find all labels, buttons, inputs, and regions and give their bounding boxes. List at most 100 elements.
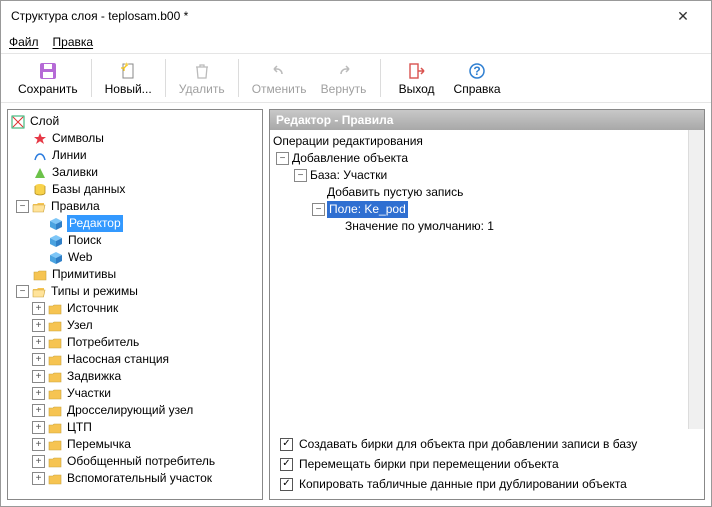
save-icon [38,61,58,81]
ops-default-value[interactable]: Значение по умолчанию: 1 [272,218,686,235]
ops-root[interactable]: Операции редактирования [272,133,686,150]
collapse-icon[interactable]: − [294,169,307,182]
checkbox-icon: ✓ [280,458,293,471]
tree-type-item[interactable]: +Перемычка [10,436,260,453]
folder-icon [47,471,63,487]
expand-icon[interactable]: + [32,319,45,332]
tree-type-item[interactable]: +Вспомогательный участок [10,470,260,487]
tree-item-fills[interactable]: Заливки [10,164,260,181]
content-area: Слой Символы Линии Заливки Базы данных −… [1,103,711,506]
redo-button: Вернуть [314,58,374,99]
titlebar: Структура слоя - teplosam.b00 * ✕ [1,1,711,31]
expand-icon[interactable]: + [32,455,45,468]
vertical-scrollbar[interactable] [688,130,704,429]
menu-file[interactable]: Файл [9,35,39,49]
svg-text:?: ? [473,64,480,78]
tree-item-lines[interactable]: Линии [10,147,260,164]
checkbox-icon: ✓ [280,438,293,451]
check-copy-table-data[interactable]: ✓Копировать табличные данные при дублиро… [280,477,694,491]
folder-open-icon [31,284,47,300]
star-icon [32,131,48,147]
expand-icon[interactable]: + [32,302,45,315]
folder-icon [47,369,63,385]
folder-icon [47,335,63,351]
folder-icon [47,437,63,453]
tree-type-item[interactable]: +Задвижка [10,368,260,385]
ops-add-object[interactable]: −Добавление объекта [272,150,686,167]
folder-icon [47,301,63,317]
ops-add-empty[interactable]: Добавить пустую запись [272,184,686,201]
exit-icon [407,61,427,81]
folder-icon [47,454,63,470]
ops-base[interactable]: −База: Участки [272,167,686,184]
check-create-labels[interactable]: ✓Создавать бирки для объекта при добавле… [280,437,694,451]
tree-type-item[interactable]: +Дросселирующий узел [10,402,260,419]
redo-icon [334,61,354,81]
help-button[interactable]: ? Справка [447,58,508,99]
folder-icon [47,318,63,334]
tree-type-item[interactable]: +Участки [10,385,260,402]
tree-item-primitives[interactable]: Примитивы [10,266,260,283]
delete-button: Удалить [172,58,232,99]
lines-icon [32,148,48,164]
new-icon [118,61,138,81]
tree-item-rules-editor[interactable]: Редактор [10,215,260,232]
options-checks: ✓Создавать бирки для объекта при добавле… [270,429,704,499]
folder-open-icon [31,199,47,215]
expand-icon[interactable]: + [32,336,45,349]
tree-item-rules-search[interactable]: Поиск [10,232,260,249]
check-move-labels[interactable]: ✓Перемещать бирки при перемещении объект… [280,457,694,471]
editor-header: Редактор - Правила [270,110,704,130]
folder-icon [47,403,63,419]
tree-item-rules[interactable]: −Правила [10,198,260,215]
tree-type-item[interactable]: +Насосная станция [10,351,260,368]
menu-edit[interactable]: Правка [53,35,94,49]
collapse-icon[interactable]: − [16,285,29,298]
expand-icon[interactable]: + [32,370,45,383]
tree-type-item[interactable]: +Обобщенный потребитель [10,453,260,470]
toolbar: Сохранить Новый... Удалить Отменить Верн… [1,54,711,102]
tree-type-item[interactable]: +ЦТП [10,419,260,436]
tree-item-symbols[interactable]: Символы [10,130,260,147]
layer-icon [10,114,26,130]
window-title: Структура слоя - teplosam.b00 * [9,9,663,23]
exit-button[interactable]: Выход [387,58,447,99]
new-button[interactable]: Новый... [98,58,159,99]
tree-root-layer[interactable]: Слой [10,113,260,130]
collapse-icon[interactable]: − [16,200,29,213]
undo-button: Отменить [245,58,314,99]
editor-panel: Редактор - Правила Операции редактирован… [269,109,705,500]
menubar: Файл Правка [1,31,711,53]
undo-icon [269,61,289,81]
help-icon: ? [467,61,487,81]
tree-type-item[interactable]: +Узел [10,317,260,334]
expand-icon[interactable]: + [32,438,45,451]
folder-icon [47,352,63,368]
collapse-icon[interactable]: − [312,203,325,216]
expand-icon[interactable]: + [32,404,45,417]
tree-item-rules-web[interactable]: Web [10,249,260,266]
rules-tree[interactable]: Операции редактирования −Добавление объе… [270,130,688,429]
cube-icon [48,250,64,266]
tree-item-databases[interactable]: Базы данных [10,181,260,198]
tree-type-item[interactable]: +Потребитель [10,334,260,351]
folder-icon [47,420,63,436]
collapse-icon[interactable]: − [276,152,289,165]
tree-type-item[interactable]: +Источник [10,300,260,317]
folder-icon [32,267,48,283]
structure-tree[interactable]: Слой Символы Линии Заливки Базы данных −… [8,110,262,499]
save-button[interactable]: Сохранить [11,58,85,99]
expand-icon[interactable]: + [32,353,45,366]
cube-icon [48,233,64,249]
fills-icon [32,165,48,181]
ops-field[interactable]: −Поле: Ke_pod [272,201,686,218]
tree-item-types[interactable]: −Типы и режимы [10,283,260,300]
checkbox-icon: ✓ [280,478,293,491]
folder-icon [47,386,63,402]
expand-icon[interactable]: + [32,472,45,485]
expand-icon[interactable]: + [32,421,45,434]
structure-tree-panel: Слой Символы Линии Заливки Базы данных −… [7,109,263,500]
expand-icon[interactable]: + [32,387,45,400]
close-button[interactable]: ✕ [663,8,703,25]
cube-icon [48,216,64,232]
